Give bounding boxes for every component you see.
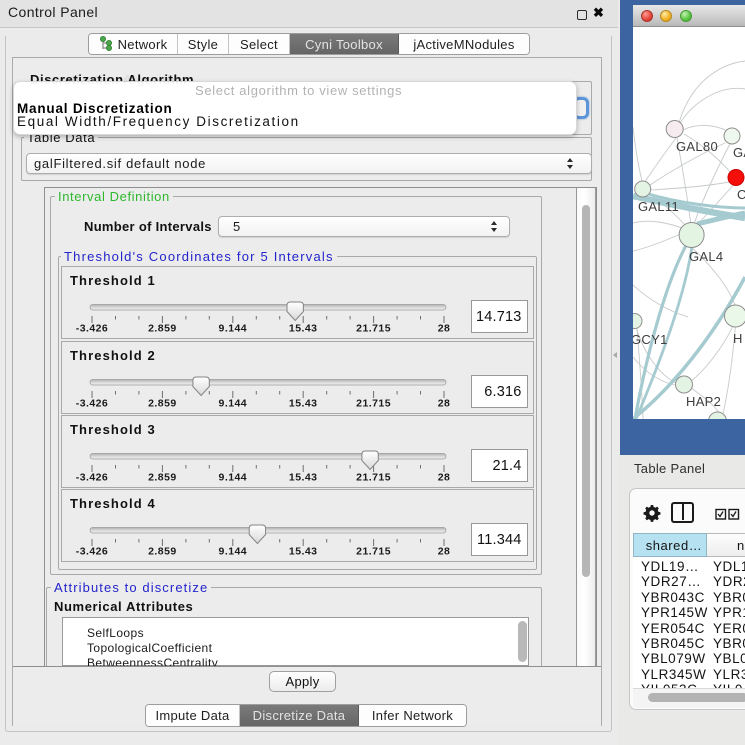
svg-text:15.43: 15.43 — [289, 398, 318, 410]
svg-text:21.715: 21.715 — [356, 323, 391, 335]
svg-text:GCY1: GCY1 — [633, 332, 668, 347]
svg-text:GAL11: GAL11 — [638, 199, 679, 214]
svg-text:-3.426: -3.426 — [76, 546, 108, 558]
svg-text:15.43: 15.43 — [289, 472, 318, 484]
svg-text:9.144: 9.144 — [219, 546, 248, 558]
svg-text:15.43: 15.43 — [289, 323, 318, 335]
svg-text:15.43: 15.43 — [289, 546, 318, 558]
svg-text:2.859: 2.859 — [148, 323, 177, 335]
svg-text:2.859: 2.859 — [148, 398, 177, 410]
svg-text:21.715: 21.715 — [356, 546, 391, 558]
svg-text:2.859: 2.859 — [148, 546, 177, 558]
svg-text:28: 28 — [438, 323, 451, 335]
svg-text:9.144: 9.144 — [219, 398, 248, 410]
svg-text:-3.426: -3.426 — [76, 398, 108, 410]
svg-text:28: 28 — [438, 398, 451, 410]
svg-text:21.715: 21.715 — [356, 398, 391, 410]
svg-text:-3.426: -3.426 — [76, 472, 108, 484]
svg-text:HAP2: HAP2 — [686, 394, 721, 409]
svg-text:H: H — [733, 331, 743, 346]
svg-text:-3.426: -3.426 — [76, 323, 108, 335]
svg-text:C: C — [737, 187, 745, 202]
svg-text:9.144: 9.144 — [219, 323, 248, 335]
svg-text:GAL80: GAL80 — [676, 139, 718, 154]
svg-text:28: 28 — [438, 546, 451, 558]
svg-text:2.859: 2.859 — [148, 472, 177, 484]
svg-text:28: 28 — [438, 472, 451, 484]
svg-text:GA: GA — [733, 145, 745, 160]
svg-text:9.144: 9.144 — [219, 472, 248, 484]
svg-text:GAL4: GAL4 — [689, 249, 723, 264]
svg-text:21.715: 21.715 — [356, 472, 391, 484]
